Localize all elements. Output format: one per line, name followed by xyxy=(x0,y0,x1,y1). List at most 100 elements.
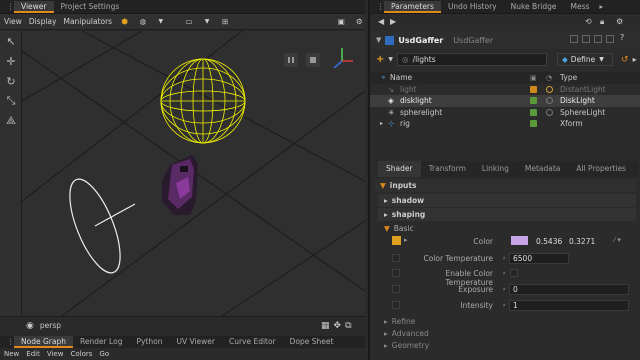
refresh-icon[interactable]: ↺ xyxy=(621,55,629,65)
color-picker-icon[interactable]: ⁄ ▾ xyxy=(614,236,621,244)
solo-toggle[interactable] xyxy=(546,85,553,93)
tab-all-properties[interactable]: All Properties xyxy=(568,161,634,177)
intensity-field[interactable]: 1 xyxy=(509,300,629,311)
menu-go[interactable]: Go xyxy=(99,350,109,358)
transform-icon[interactable]: ⧉ xyxy=(345,321,351,331)
enabled-checkbox[interactable] xyxy=(530,97,537,105)
monitor-icon[interactable]: ▣ xyxy=(336,16,347,28)
tab-parameters[interactable]: Parameters xyxy=(384,1,441,13)
exposure-toggle[interactable] xyxy=(392,285,400,293)
section-geometry[interactable]: ▸ Geometry xyxy=(378,339,640,352)
exposure-field[interactable]: 0 xyxy=(509,284,629,295)
link-icon[interactable]: ⸗ xyxy=(503,254,505,262)
pane-menu-icon[interactable]: ⋮ xyxy=(0,1,15,13)
tab-dope-sheet[interactable]: Dope Sheet xyxy=(283,336,341,348)
color-swatch[interactable] xyxy=(511,236,528,245)
tab-metadata[interactable]: Metadata xyxy=(517,161,569,177)
tab-linking[interactable]: Linking xyxy=(474,161,517,177)
frame-icon[interactable]: ▭ xyxy=(183,16,194,28)
menu-new[interactable]: New xyxy=(4,350,19,358)
more-icon[interactable]: ▸ xyxy=(633,55,637,64)
enable-color-temperature-checkbox[interactable] xyxy=(510,269,518,277)
mode-dropdown[interactable]: ◆ Define ▼ xyxy=(557,53,614,66)
help-icon[interactable]: ? xyxy=(620,33,624,42)
cube-icon[interactable]: ⬢ xyxy=(119,16,130,28)
color-g-value[interactable]: 0.3271 xyxy=(569,237,595,246)
enabled-checkbox[interactable] xyxy=(530,120,537,128)
pivot-tool-icon[interactable]: ⟁ xyxy=(0,111,22,131)
eye-icon[interactable]: ◉ xyxy=(26,321,34,331)
add-icon[interactable]: + xyxy=(376,54,384,65)
tab-node-graph[interactable]: Node Graph xyxy=(14,336,73,348)
section-shadow[interactable]: ▸ shadow xyxy=(378,194,636,207)
section-basic[interactable]: ▼ Basic xyxy=(378,222,640,235)
tab-scroll-icon[interactable]: ▸ xyxy=(596,1,606,13)
camera-icon[interactable]: ▦ xyxy=(321,321,330,331)
checkbox-icon[interactable] xyxy=(582,35,590,43)
path-field[interactable]: ◎ /lights xyxy=(397,53,548,66)
column-type[interactable]: Type xyxy=(560,73,577,82)
menu-manipulators[interactable]: Manipulators xyxy=(63,17,112,26)
collapse-icon[interactable]: ▼ xyxy=(376,36,381,44)
intensity-toggle[interactable] xyxy=(392,301,400,309)
section-shaping[interactable]: ▸ shaping xyxy=(378,208,636,221)
color-temperature-toggle[interactable] xyxy=(392,254,400,262)
tab-viewer[interactable]: Viewer xyxy=(14,1,54,13)
settings-icon[interactable]: ⚙ xyxy=(354,16,365,28)
settings-icon[interactable]: ⚙ xyxy=(616,17,623,26)
tree-row-selected[interactable]: ◈ disklight DiskLight xyxy=(370,95,640,107)
pane-menu-icon[interactable]: ⋮ xyxy=(370,1,385,13)
checkbox-icon[interactable] xyxy=(606,35,614,43)
rotate-tool-icon[interactable]: ↻ xyxy=(0,71,22,91)
node-name[interactable]: UsdGaffer xyxy=(398,36,443,45)
globe-icon[interactable]: ◍ xyxy=(137,16,148,28)
link-icon[interactable]: ⸗ xyxy=(503,301,505,309)
tree-row[interactable]: ↘ light DistantLight xyxy=(370,84,640,96)
3d-viewport[interactable] xyxy=(22,31,365,316)
tree-row[interactable]: ✳ spherelight SphereLight xyxy=(370,107,640,119)
tab-python[interactable]: Python xyxy=(129,336,169,348)
lock-icon[interactable]: 🔒︎ xyxy=(600,17,604,27)
enabled-checkbox[interactable] xyxy=(530,108,537,116)
expand-icon[interactable]: ⊞ xyxy=(220,16,231,28)
checkbox-icon[interactable] xyxy=(594,35,602,43)
menu-display[interactable]: Display xyxy=(29,17,57,26)
camera-name[interactable]: persp xyxy=(40,321,61,330)
translate-tool-icon[interactable]: ✛ xyxy=(0,51,22,71)
section-inputs[interactable]: ▼ inputs xyxy=(374,179,636,192)
tab-nuke-bridge[interactable]: Nuke Bridge xyxy=(504,1,564,13)
enabled-checkbox[interactable] xyxy=(530,85,537,93)
color-keyframe-icon[interactable] xyxy=(392,236,401,245)
back-icon[interactable]: ◀ xyxy=(378,17,384,26)
tab-render-log[interactable]: Render Log xyxy=(73,336,129,348)
select-tool-icon[interactable]: ↖ xyxy=(0,31,22,51)
tab-uv-viewer[interactable]: UV Viewer xyxy=(169,336,222,348)
column-name[interactable]: Name xyxy=(390,73,412,82)
tree-row[interactable]: ▸ ⊹ rig Xform xyxy=(370,118,640,130)
link-icon[interactable]: ⸗ xyxy=(503,285,505,293)
tab-curve-editor[interactable]: Curve Editor xyxy=(222,336,283,348)
menu-colors[interactable]: Colors xyxy=(70,350,92,358)
menu-edit[interactable]: Edit xyxy=(26,350,40,358)
solo-toggle[interactable] xyxy=(546,108,553,116)
chevron-down-icon[interactable]: ▼ xyxy=(388,56,393,63)
checkbox-icon[interactable] xyxy=(570,35,578,43)
menu-view[interactable]: View xyxy=(4,17,22,26)
menu-view[interactable]: View xyxy=(47,350,64,358)
color-r-value[interactable]: 0.5436 xyxy=(536,237,562,246)
scale-tool-icon[interactable]: ⤡ xyxy=(0,91,22,111)
chevron-down-icon[interactable]: ▼ xyxy=(202,16,213,28)
pane-menu-icon[interactable]: ⋮ xyxy=(0,336,15,348)
move-icon[interactable]: ✥ xyxy=(334,321,342,331)
chevron-down-icon[interactable]: ▼ xyxy=(155,16,166,28)
tab-project-settings[interactable]: Project Settings xyxy=(54,1,127,13)
color-temperature-field[interactable]: 6500 xyxy=(509,253,569,264)
chevron-right-icon[interactable]: ▸ xyxy=(404,236,408,244)
expand-icon[interactable]: ▸ xyxy=(380,120,383,127)
link-icon[interactable]: ⸗ xyxy=(503,269,505,277)
tab-undo-history[interactable]: Undo History xyxy=(441,1,504,13)
solo-toggle[interactable] xyxy=(546,97,553,105)
history-icon[interactable]: ⟲ xyxy=(585,17,592,26)
tab-transform[interactable]: Transform xyxy=(421,161,474,177)
tab-shader[interactable]: Shader xyxy=(378,161,421,177)
